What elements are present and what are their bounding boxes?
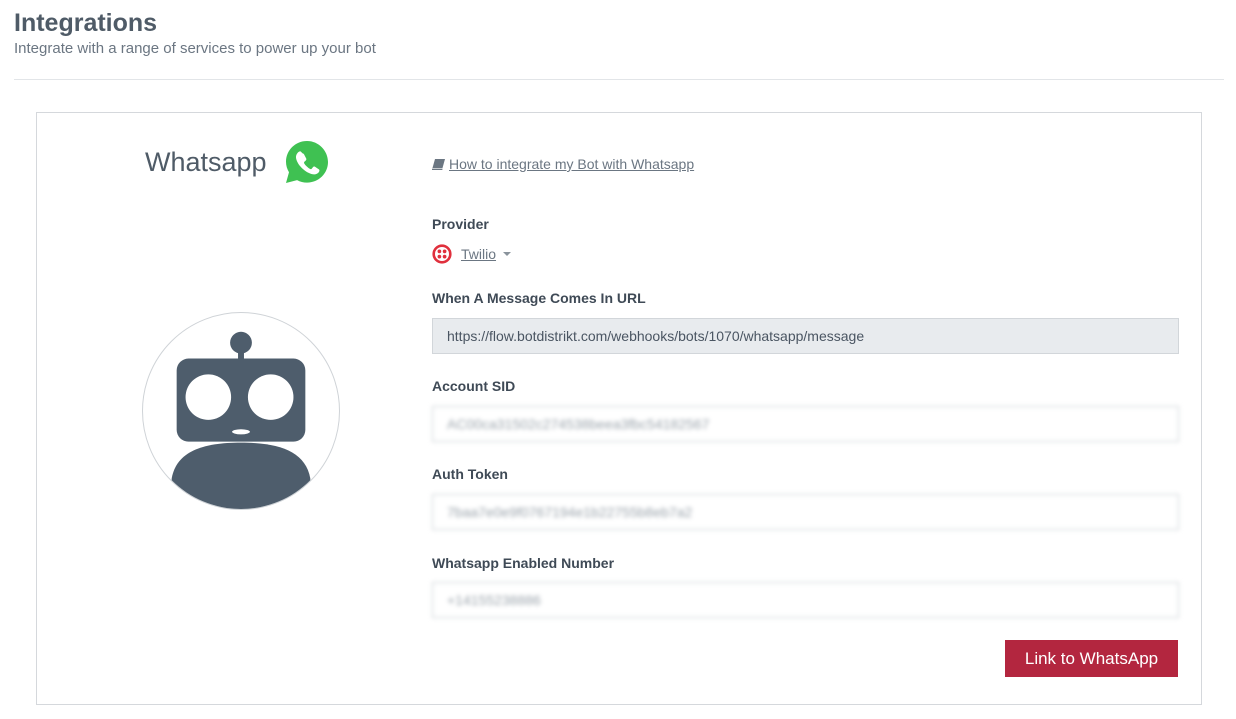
provider-value: Twilio <box>461 246 497 262</box>
webhook-url-field[interactable] <box>432 318 1179 354</box>
caret-down-icon <box>503 252 512 256</box>
provider-dropdown[interactable]: Twilio <box>432 244 512 264</box>
integration-name: Whatsapp <box>145 147 267 177</box>
whatsapp-icon <box>285 141 328 183</box>
enabled-number-label: Whatsapp Enabled Number <box>432 555 615 571</box>
account-sid-field[interactable] <box>432 406 1179 442</box>
integration-title: Whatsapp <box>145 137 331 187</box>
page-title: Integrations <box>14 9 158 37</box>
page-subtitle: Integrate with a range of services to po… <box>14 40 376 57</box>
book-icon <box>432 158 445 170</box>
robot-avatar-icon <box>170 331 312 509</box>
link-to-whatsapp-button[interactable]: Link to WhatsApp <box>1005 640 1178 677</box>
header-divider <box>14 79 1224 80</box>
integration-card: Whatsapp How to integrate my Bot with Wh… <box>36 112 1202 705</box>
integration-form: How to integrate my Bot with Whatsapp Pr… <box>432 113 1179 704</box>
auth-token-label: Auth Token <box>432 466 508 482</box>
integration-guide-link[interactable]: How to integrate my Bot with Whatsapp <box>432 156 694 172</box>
auth-token-field[interactable] <box>432 494 1179 530</box>
integration-guide-label: How to integrate my Bot with Whatsapp <box>449 156 695 172</box>
integration-summary: Whatsapp <box>37 113 432 704</box>
webhook-url-label: When A Message Comes In URL <box>432 290 646 306</box>
bot-avatar <box>142 312 340 510</box>
provider-label: Provider <box>432 216 489 232</box>
twilio-icon <box>432 244 452 264</box>
enabled-number-field[interactable] <box>432 582 1179 618</box>
page-header: Integrations Integrate with a range of s… <box>14 8 376 59</box>
account-sid-label: Account SID <box>432 378 516 394</box>
